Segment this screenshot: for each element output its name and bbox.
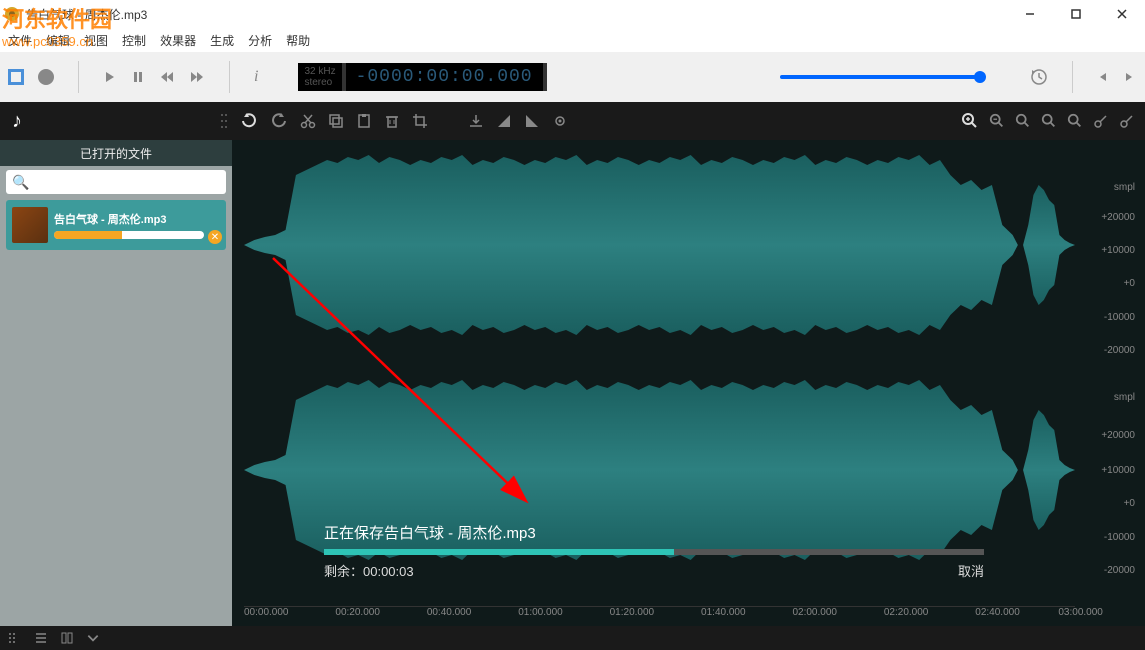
delete-icon[interactable] — [384, 113, 400, 129]
app-icon — [4, 6, 20, 22]
save-progress-overlay: 正在保存告白气球 - 周杰伦.mp3 剩余：00:00:03 取消 — [324, 522, 984, 580]
undo-icon[interactable] — [240, 112, 258, 130]
close-button[interactable] — [1099, 0, 1145, 28]
scale-p20000: +20000 — [1101, 212, 1135, 223]
note-icon[interactable]: ♪ — [12, 110, 22, 133]
info-khz: 32 kHz — [304, 66, 335, 77]
next-icon[interactable] — [1123, 71, 1135, 83]
file-thumbnail — [12, 207, 48, 243]
sidebar-header: 已打开的文件 — [0, 140, 232, 166]
forward-button[interactable] — [189, 70, 205, 84]
info-stereo: stereo — [304, 77, 335, 88]
maximize-button[interactable] — [1053, 0, 1099, 28]
scale-m20000: -20000 — [1104, 345, 1135, 356]
prev-icon[interactable] — [1097, 71, 1109, 83]
annotation-arrow — [265, 250, 545, 530]
menu-edit[interactable]: 编辑 — [46, 32, 70, 49]
menu-control[interactable]: 控制 — [122, 32, 146, 49]
grip-icon[interactable] — [8, 631, 22, 645]
minimize-button[interactable] — [1007, 0, 1053, 28]
toolbar-separator — [78, 61, 79, 93]
timeline-tick: 02:20.000 — [884, 607, 929, 618]
timecode-display: -0000:00:00.000 — [342, 63, 547, 91]
bottombar — [0, 626, 1145, 650]
sidebar-search[interactable]: 🔍 — [6, 170, 226, 194]
toolbar-separator — [1072, 61, 1073, 93]
timeline-tick: 01:40.000 — [701, 607, 746, 618]
timeline[interactable]: 00:00.000 00:20.000 00:40.000 01:00.000 … — [244, 606, 1075, 626]
redo-icon[interactable] — [270, 112, 288, 130]
save-cancel-button[interactable]: 取消 — [958, 561, 984, 580]
tool2-icon[interactable] — [1119, 113, 1135, 129]
tool-icon[interactable] — [1093, 113, 1109, 129]
scale-zero: +0 — [1124, 278, 1135, 289]
play-button[interactable] — [103, 70, 117, 84]
scale-zero-2: +0 — [1124, 498, 1135, 509]
timeline-tick: 01:00.000 — [518, 607, 563, 618]
scale-smpl2: smpl — [1114, 392, 1135, 403]
menu-help[interactable]: 帮助 — [286, 32, 310, 49]
save-status-text: 正在保存告白气球 - 周杰伦.mp3 — [324, 522, 984, 543]
scale-m10000-2: -10000 — [1104, 532, 1135, 543]
fade-out-icon[interactable] — [524, 113, 540, 129]
file-name: 告白气球 - 周杰伦.mp3 — [54, 211, 220, 227]
scale-m20000-2: -20000 — [1104, 565, 1135, 576]
history-icon[interactable] — [1030, 68, 1048, 86]
toolbar-separator — [229, 61, 230, 93]
fade-in-icon[interactable] — [496, 113, 512, 129]
menu-analyze[interactable]: 分析 — [248, 32, 272, 49]
dark-toolbar: ♪ — [0, 102, 1145, 140]
timeline-tick: 03:00.000 — [1058, 607, 1103, 618]
timeline-tick: 02:40.000 — [975, 607, 1020, 618]
crop-icon[interactable] — [412, 113, 428, 129]
info-button[interactable]: i — [254, 68, 258, 86]
chevron-down-icon[interactable] — [86, 631, 100, 645]
settings-icon[interactable] — [552, 113, 568, 129]
record-button[interactable] — [38, 69, 54, 85]
toolbar: i 32 kHz stereo -0000:00:00.000 — [0, 52, 1145, 102]
sidebar: 已打开的文件 🔍 告白气球 - 周杰伦.mp3 ✕ — [0, 140, 232, 626]
scale-p20000-2: +20000 — [1101, 430, 1135, 441]
timeline-tick: 00:40.000 — [427, 607, 472, 618]
timeline-tick: 00:00.000 — [244, 607, 289, 618]
search-icon: 🔍 — [12, 174, 29, 191]
zoom-fit-icon[interactable] — [1015, 113, 1031, 129]
paste-icon[interactable] — [356, 113, 372, 129]
titlebar: 告白气球 - 周杰伦.mp3 — [0, 0, 1145, 28]
import-icon[interactable] — [468, 113, 484, 129]
timeline-tick: 01:20.000 — [610, 607, 655, 618]
scale-m10000: -10000 — [1104, 312, 1135, 323]
list2-icon[interactable] — [60, 631, 74, 645]
list-icon[interactable] — [34, 631, 48, 645]
menubar: 文件 编辑 视图 控制 效果器 生成 分析 帮助 — [0, 28, 1145, 52]
file-progress — [54, 231, 204, 239]
window-title: 告白气球 - 周杰伦.mp3 — [26, 6, 147, 23]
zoom-out-icon[interactable] — [989, 113, 1005, 129]
timeline-tick: 02:00.000 — [792, 607, 837, 618]
menu-generate[interactable]: 生成 — [210, 32, 234, 49]
menu-view[interactable]: 视图 — [84, 32, 108, 49]
save-remaining-text: 剩余：00:00:03 — [324, 561, 414, 580]
menu-effects[interactable]: 效果器 — [160, 32, 196, 49]
scale-smpl: smpl — [1114, 182, 1135, 193]
cut-icon[interactable] — [300, 113, 316, 129]
volume-slider[interactable] — [780, 75, 980, 79]
stop-button[interactable] — [8, 69, 24, 85]
grip-icon[interactable] — [220, 112, 228, 130]
zoom-sel-icon[interactable] — [1041, 113, 1057, 129]
zoom-all-icon[interactable] — [1067, 113, 1083, 129]
pause-button[interactable] — [131, 70, 145, 84]
scale-p10000: +10000 — [1101, 245, 1135, 256]
amplitude-scale: smpl +20000 +10000 +0 -10000 -20000 smpl… — [1080, 140, 1145, 626]
sidebar-file-item[interactable]: 告白气球 - 周杰伦.mp3 ✕ — [6, 200, 226, 250]
zoom-in-icon[interactable] — [961, 112, 979, 130]
rewind-button[interactable] — [159, 70, 175, 84]
audio-info-box: 32 kHz stereo — [298, 63, 341, 91]
timeline-tick: 00:20.000 — [335, 607, 380, 618]
file-close-button[interactable]: ✕ — [208, 230, 222, 244]
menu-file[interactable]: 文件 — [8, 32, 32, 49]
save-progress-bar — [324, 549, 984, 555]
copy-icon[interactable] — [328, 113, 344, 129]
scale-p10000-2: +10000 — [1101, 465, 1135, 476]
